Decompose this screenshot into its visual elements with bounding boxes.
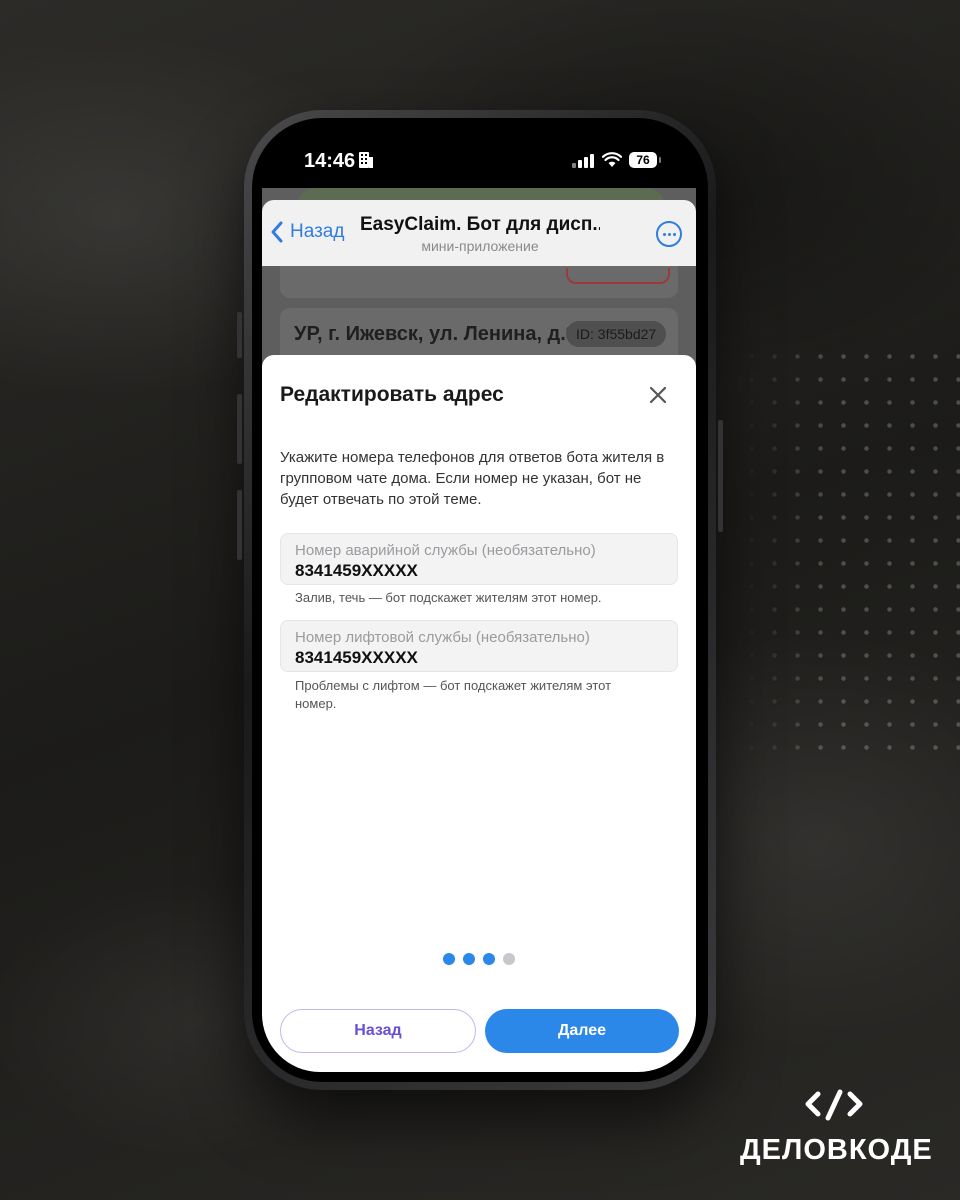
miniapp-subtitle: мини-приложение: [421, 238, 539, 254]
emergency-phone-label: Номер аварийной службы (необязательно): [295, 542, 596, 559]
status-time: 14:46: [304, 150, 356, 172]
modal-title: Редактировать адрес: [280, 383, 504, 406]
action-button: [237, 312, 242, 358]
power-button: [718, 420, 723, 532]
pager-dot: [463, 953, 475, 965]
building-icon: [358, 151, 374, 174]
volume-down-button: [237, 490, 242, 560]
elevator-phone-label: Номер лифтовой службы (необязательно): [295, 629, 590, 646]
close-icon[interactable]: [648, 385, 668, 405]
edit-address-modal: Редактировать адрес Укажите номера телеф…: [262, 355, 696, 1072]
emergency-phone-field[interactable]: Номер аварийной службы (необязательно): [280, 533, 678, 585]
elevator-phone-hint: Проблемы с лифтом — бот подскажет жителя…: [295, 678, 612, 711]
code-brackets-icon: [805, 1089, 863, 1121]
background-red-button: [566, 268, 670, 284]
pager-dot: [443, 953, 455, 965]
header-back-label: Назад: [290, 221, 345, 242]
elevator-phone-field[interactable]: Номер лифтовой службы (необязательно): [280, 620, 678, 672]
header-back-button[interactable]: Назад: [270, 220, 344, 244]
emergency-phone-hint: Залив, течь — бот подскажет жителям этот…: [295, 590, 602, 605]
dot-pattern: [740, 345, 960, 765]
miniapp-header: Назад EasyClaim. Бот для дисп... мини-пр…: [262, 200, 696, 266]
elevator-phone-input[interactable]: [295, 648, 663, 668]
background-id-badge: ID: 3f55bd27: [566, 321, 667, 347]
brand-name: ДЕЛОВКОДЕ: [740, 1134, 933, 1166]
battery-indicator: 76: [629, 152, 661, 168]
volume-up-button: [237, 394, 242, 464]
emergency-phone-input[interactable]: [295, 561, 663, 581]
brand-logo: ДЕЛОВКОДЕ: [740, 1088, 933, 1168]
back-button[interactable]: Назад: [280, 1009, 476, 1053]
modal-description: Укажите номера телефонов для ответов бот…: [280, 449, 665, 508]
phone-screen: 14:46 76 УР, г. Ижевск, ул. Ленина, д.3 …: [262, 128, 696, 1072]
pager-dot: [483, 953, 495, 965]
cellular-signal-icon: [572, 154, 594, 168]
chevron-left-icon: [271, 221, 283, 243]
dynamic-island: [422, 144, 538, 178]
pager-dot: [503, 953, 515, 965]
wifi-icon: [601, 152, 623, 173]
miniapp-title: EasyClaim. Бот для дисп...: [360, 214, 600, 235]
next-button[interactable]: Далее: [485, 1009, 679, 1053]
background-address-text: УР, г. Ижевск, ул. Ленина, д.3: [294, 323, 577, 345]
more-options-icon[interactable]: [656, 221, 682, 247]
step-pager: [262, 953, 696, 965]
